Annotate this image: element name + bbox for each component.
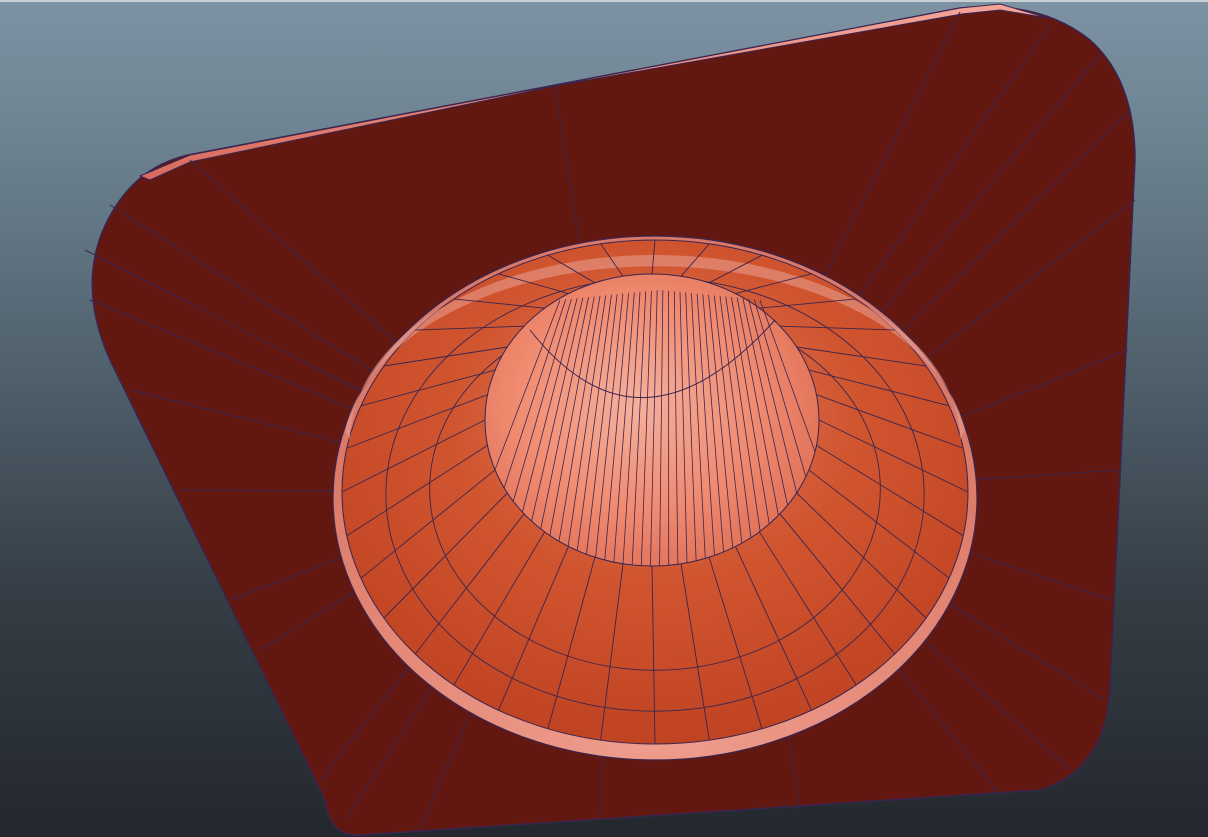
mesh-render[interactable] — [0, 0, 1208, 837]
viewport-3d[interactable] — [0, 0, 1208, 837]
dome[interactable] — [484, 273, 820, 567]
